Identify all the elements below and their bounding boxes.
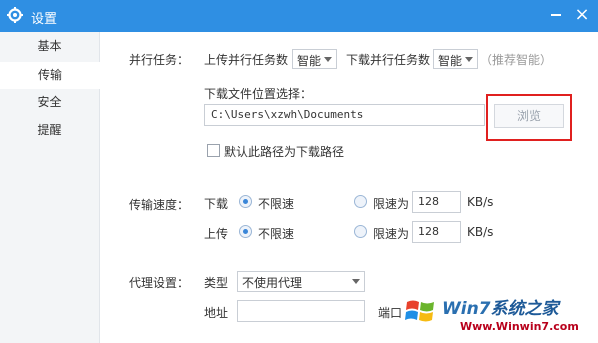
chevron-down-icon [352,279,360,284]
upload-limit-radio[interactable] [354,225,367,238]
download-parallel-value: 智能 [438,54,463,68]
download-unlimited-radio[interactable] [239,195,252,208]
download-limit-input[interactable]: 128 [412,191,461,213]
proxy-type-value: 不使用代理 [242,276,303,290]
minimize-button[interactable] [547,6,565,24]
download-unlimited-label: 不限速 [258,197,295,211]
download-path-field[interactable]: C:\Users\xzwh\Documents [204,104,485,126]
settings-sidebar: 基本 传输 安全 提醒 [0,32,100,343]
upload-parallel-select[interactable]: 智能 [292,49,337,69]
sidebar-item-security[interactable]: 安全 [0,89,99,116]
sidebar-item-reminder[interactable]: 提醒 [0,117,99,144]
parallel-hint: （推荐智能） [480,53,553,67]
default-path-checkbox[interactable] [207,144,220,157]
download-parallel-label: 下载并行任务数 [346,53,431,67]
parallel-section-label: 并行任务： [129,53,190,67]
upload-limit-input[interactable]: 128 [412,221,461,243]
minimize-icon [551,14,561,16]
download-limit-unit: KB/s [467,195,494,209]
sidebar-item-label: 基本 [37,39,62,53]
proxy-section-label: 代理设置： [129,276,190,290]
upload-unlimited-radio[interactable] [239,225,252,238]
speed-section-label: 传输速度： [129,198,190,212]
sidebar-item-basic[interactable]: 基本 [0,33,99,60]
download-limit-radio[interactable] [354,195,367,208]
default-path-checkbox-label: 默认此路径为下载路径 [224,145,345,159]
download-parallel-select[interactable]: 智能 [433,49,478,69]
speed-direction-upload: 上传 [204,227,229,241]
browse-button-highlight [486,94,572,141]
sidebar-item-label: 提醒 [37,123,62,137]
upload-limit-unit: KB/s [467,225,494,239]
sidebar-item-label: 传输 [37,68,62,82]
download-location-label: 下载文件位置选择： [204,87,313,101]
speed-direction-download: 下载 [204,197,229,211]
sidebar-item-label: 安全 [37,95,62,109]
watermark-brand-cn: 系统之家 [490,299,559,319]
proxy-type-label: 类型 [204,276,229,290]
watermark-url: Www.Winwin7.com [460,320,579,333]
close-button[interactable]: × [572,5,592,25]
upload-parallel-label: 上传并行任务数 [204,53,289,67]
upload-unlimited-label: 不限速 [258,227,295,241]
site-watermark: Win7系统之家 Www.Winwin7.com [390,290,598,343]
proxy-address-label: 地址 [204,306,229,320]
windows-logo-icon [405,300,434,322]
title-bar: 设置 × [0,0,598,32]
proxy-type-select[interactable]: 不使用代理 [237,271,365,292]
chevron-down-icon [465,57,473,62]
settings-window: 设置 × 基本 传输 安全 提醒 并行任务： 上传并行任务数 智能 下载并行任务… [0,0,598,343]
sidebar-item-transfer[interactable]: 传输 [0,62,100,89]
watermark-brand-latin: Win7 [442,299,491,319]
close-icon: × [574,4,590,25]
window-title: 设置 [31,12,58,27]
gear-icon [7,7,23,23]
upload-parallel-value: 智能 [297,54,322,68]
watermark-brand: Win7系统之家 [442,294,559,319]
proxy-address-field[interactable] [237,300,365,322]
upload-limit-label: 限速为 [373,227,410,241]
download-limit-label: 限速为 [373,197,410,211]
chevron-down-icon [324,57,332,62]
